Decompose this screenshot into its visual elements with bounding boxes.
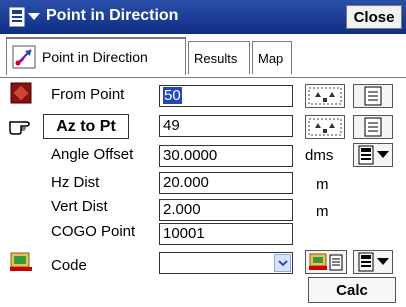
tab-map[interactable]: Map (252, 41, 292, 74)
angle-offset-field[interactable]: 30.0000 (159, 145, 293, 167)
tab-divider (0, 77, 406, 78)
list-icon (364, 117, 382, 137)
hz-dist-field[interactable]: 20.000 (159, 172, 293, 194)
az-to-pt-button[interactable]: Az to Pt (43, 114, 129, 139)
cogo-point-label: COGO Point (51, 223, 136, 240)
tab-label: Point in Direction (42, 49, 148, 65)
from-point-label: From Point (51, 86, 125, 103)
tab-results[interactable]: Results (188, 41, 250, 74)
point-list-icon (308, 118, 342, 136)
point-direction-icon (12, 45, 36, 69)
chevron-down-icon (277, 259, 288, 266)
angle-unit-label: dms (305, 147, 334, 164)
point-list-icon (308, 87, 342, 105)
window-menu-button[interactable] (4, 6, 44, 28)
vert-dist-label: Vert Dist (51, 198, 108, 215)
tab-strip: Point in Direction Results Map (0, 37, 406, 77)
list-icon (364, 86, 382, 106)
select-points-button[interactable] (305, 84, 345, 108)
hz-dist-unit: m (316, 176, 329, 193)
angle-offset-label: Angle Offset (51, 146, 134, 163)
tab-label: Map (258, 50, 284, 66)
chevron-down-icon (27, 13, 40, 20)
from-point-field[interactable]: 50 (159, 85, 293, 107)
from-point-value: 50 (163, 87, 182, 104)
close-button[interactable]: Close (346, 5, 402, 29)
calculator-icon (358, 145, 373, 165)
point-icon[interactable] (10, 82, 32, 104)
code-list-button[interactable] (305, 250, 347, 274)
calc-button[interactable]: Calc (308, 277, 396, 303)
point-list-button[interactable] (353, 84, 393, 108)
pointing-hand-icon (9, 121, 30, 135)
calc-label: Calc (336, 281, 368, 299)
hz-dist-label: Hz Dist (51, 174, 100, 191)
code-dropdown-arrow[interactable] (274, 254, 291, 272)
title-bar: Point in Direction Close (0, 0, 406, 34)
tab-label: Results (194, 50, 238, 66)
window-title: Point in Direction (46, 7, 179, 24)
select-points-button-2[interactable] (305, 115, 345, 139)
code-library-icon (309, 253, 343, 271)
code-menu-button[interactable] (353, 250, 393, 274)
tab-point-in-direction[interactable]: Point in Direction (6, 37, 186, 75)
vert-dist-field[interactable]: 2.000 (159, 199, 293, 221)
angle-calc-menu-button[interactable] (353, 143, 393, 167)
calculator-icon (9, 7, 24, 27)
cogo-point-field[interactable]: 10001 (159, 223, 293, 245)
chevron-down-icon (376, 258, 389, 265)
az-to-pt-field[interactable]: 49 (159, 115, 293, 137)
vert-dist-unit: m (316, 203, 329, 220)
chevron-down-icon (376, 151, 389, 158)
point-list-button-2[interactable] (353, 115, 393, 139)
code-label: Code (51, 257, 87, 274)
code-icon (10, 252, 32, 271)
calculator-icon (358, 252, 373, 272)
code-select[interactable] (159, 252, 293, 274)
